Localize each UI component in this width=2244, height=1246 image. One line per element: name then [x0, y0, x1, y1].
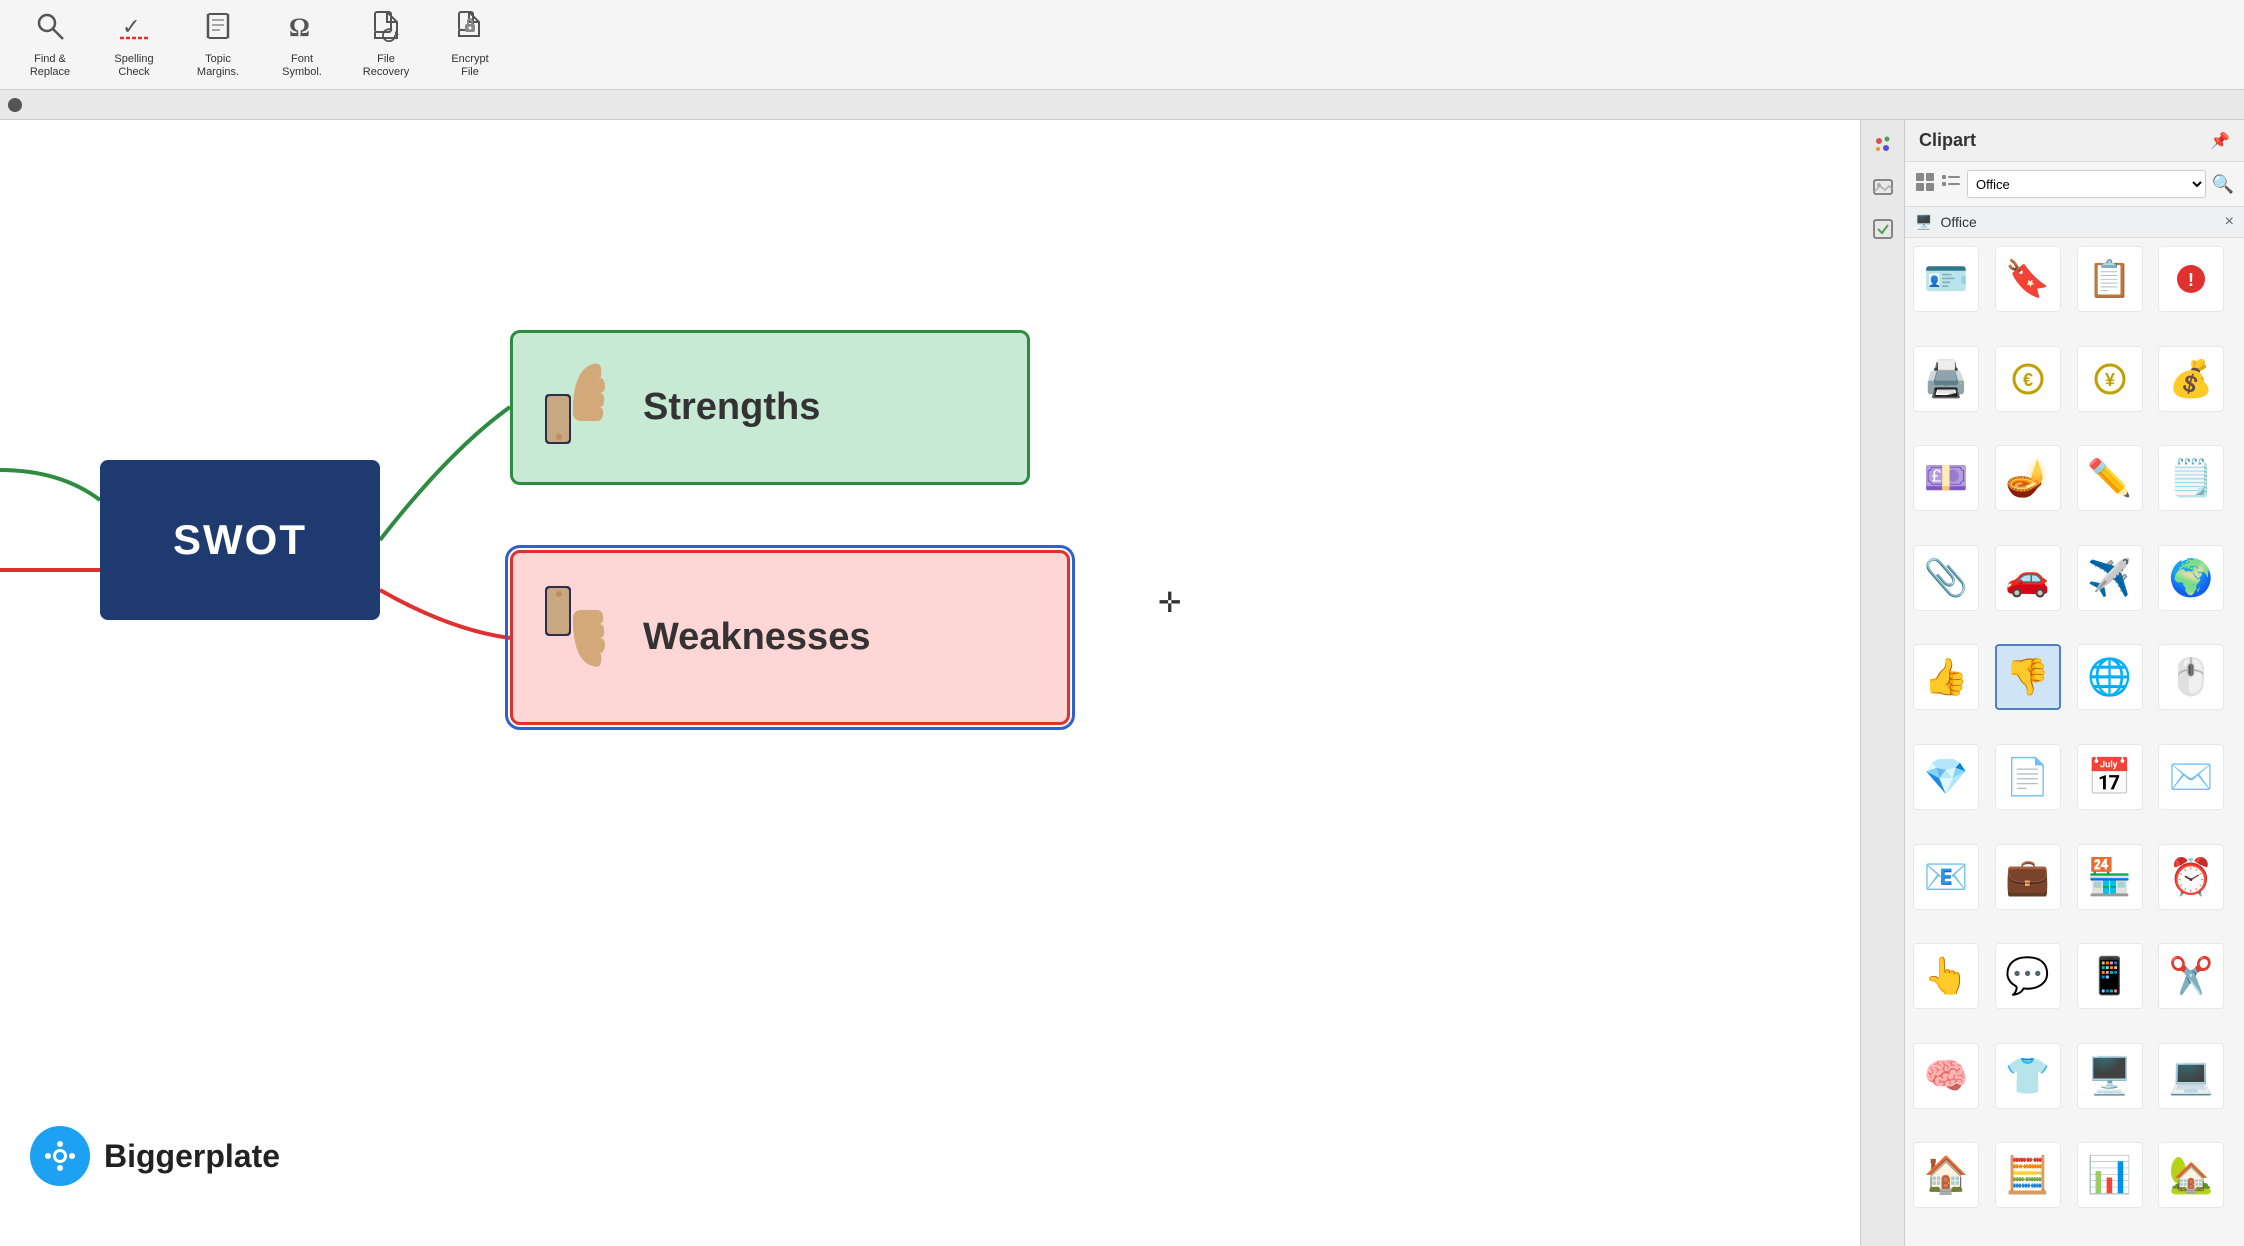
encrypt-file-icon — [454, 10, 486, 49]
clipart-item[interactable]: 🪪 — [1913, 246, 1979, 312]
canvas[interactable]: SWOT Strengths — [0, 120, 1860, 1246]
biggerplate-icon — [30, 1126, 90, 1186]
clipart-item[interactable]: 📊 — [2077, 1142, 2143, 1208]
find-replace-icon — [34, 10, 66, 49]
clipart-grid: 🪪 🔖 📋 ! 🖨️ € ¥ 💰 💷 🪔 ✏️ 🗒️ — [1905, 238, 2244, 1246]
clipart-panel: Clipart 📌 All Office Nature 🔍 — [1904, 120, 2244, 1246]
clipart-item[interactable]: 🗒️ — [2158, 445, 2224, 511]
clipart-item[interactable]: 🧮 — [1995, 1142, 2061, 1208]
file-recovery-label: FileRecovery — [363, 53, 409, 79]
clipart-item[interactable]: 🔖 — [1995, 246, 2061, 312]
mindmap-container: SWOT Strengths — [0, 120, 1860, 1246]
category-select[interactable]: All Office Nature — [1967, 170, 2206, 198]
clipart-item[interactable]: 💎 — [1913, 744, 1979, 810]
topic-margins-button[interactable]: TopicMargins. — [178, 6, 258, 84]
clipart-item[interactable]: 👍 — [1913, 644, 1979, 710]
clipart-title: Clipart — [1919, 130, 1976, 151]
search-clipart-btn[interactable]: 🔍 — [2212, 174, 2234, 195]
clipart-item[interactable]: 📋 — [2077, 246, 2143, 312]
clipart-item[interactable]: 👆 — [1913, 943, 1979, 1009]
tab-indicator[interactable] — [8, 98, 22, 112]
move-cursor: ✛ — [1158, 586, 1181, 619]
clipart-item[interactable]: ✏️ — [2077, 445, 2143, 511]
clipart-item[interactable]: 🖱️ — [2158, 644, 2224, 710]
clipart-item[interactable]: 💻 — [2158, 1043, 2224, 1109]
biggerplate-logo: Biggerplate — [30, 1126, 280, 1186]
clipart-item[interactable]: 🏡 — [2158, 1142, 2224, 1208]
biggerplate-text: Biggerplate — [104, 1138, 280, 1175]
weaknesses-label: Weaknesses — [643, 616, 870, 659]
file-recovery-icon — [370, 10, 402, 49]
clipart-item[interactable]: 🏠 — [1913, 1142, 1979, 1208]
font-symbol-button[interactable]: Ω FontSymbol. — [262, 6, 342, 84]
strengths-label: Strengths — [643, 386, 820, 429]
side-icon-bar — [1860, 120, 1904, 1246]
spelling-check-icon: ✓ — [118, 10, 150, 49]
clipart-item-selected[interactable]: 👎 — [1995, 644, 2061, 710]
swot-node[interactable]: SWOT — [100, 460, 380, 620]
clipart-item[interactable]: 📄 — [1995, 744, 2061, 810]
clipart-item[interactable]: ! — [2158, 246, 2224, 312]
font-symbol-label: FontSymbol. — [282, 53, 322, 79]
find-replace-button[interactable]: Find &Replace — [10, 6, 90, 84]
svg-text:¥: ¥ — [2104, 370, 2114, 390]
image-tool-btn[interactable] — [1866, 170, 1900, 204]
toolbar: Find &Replace ✓ SpellingCheck TopicMargi… — [0, 0, 2244, 90]
font-symbol-icon: Ω — [286, 10, 318, 49]
topic-margins-label: TopicMargins. — [197, 53, 239, 79]
clipart-search-row: All Office Nature 🔍 — [1905, 162, 2244, 207]
clipart-item[interactable]: 🚗 — [1995, 545, 2061, 611]
clipart-tool-btn[interactable] — [1866, 128, 1900, 162]
clipart-item[interactable]: ⏰ — [2158, 844, 2224, 910]
clipart-item[interactable]: 👕 — [1995, 1043, 2061, 1109]
pin-button[interactable]: 📌 — [2210, 131, 2230, 151]
category-close-btn[interactable]: × — [2225, 213, 2234, 231]
clipart-item[interactable]: ✂️ — [2158, 943, 2224, 1009]
clipart-item[interactable]: ¥ — [2077, 346, 2143, 412]
tab-strip — [0, 90, 2244, 120]
clipart-item[interactable]: 📧 — [1913, 844, 1979, 910]
grid-view-btn[interactable] — [1915, 172, 1935, 197]
clipart-item[interactable]: ✈️ — [2077, 545, 2143, 611]
svg-text:€: € — [2023, 370, 2033, 390]
encrypt-file-button[interactable]: EncryptFile — [430, 6, 510, 84]
find-replace-label: Find &Replace — [30, 53, 70, 79]
svg-text:!: ! — [2188, 270, 2194, 290]
clipart-category-row: 🖥️ Office × — [1905, 207, 2244, 238]
category-label: Office — [1940, 214, 1976, 230]
clipart-header: Clipart 📌 — [1905, 120, 2244, 162]
file-recovery-button[interactable]: FileRecovery — [346, 6, 426, 84]
clipart-item[interactable]: 🧠 — [1913, 1043, 1979, 1109]
clipart-item[interactable]: 💷 — [1913, 445, 1979, 511]
clipart-item[interactable]: 📅 — [2077, 744, 2143, 810]
topic-margins-icon — [202, 10, 234, 49]
main-area: SWOT Strengths — [0, 120, 2244, 1246]
clipart-item[interactable]: 💰 — [2158, 346, 2224, 412]
thumbs-up-icon — [537, 349, 627, 466]
spelling-check-label: SpellingCheck — [114, 53, 153, 79]
category-icon: 🖥️ — [1915, 214, 1932, 231]
svg-text:✓: ✓ — [122, 14, 140, 39]
swot-label: SWOT — [173, 516, 307, 564]
list-view-btn[interactable] — [1941, 172, 1961, 197]
clipart-item[interactable]: 🌍 — [2158, 545, 2224, 611]
clipart-item[interactable]: 🖥️ — [2077, 1043, 2143, 1109]
clipart-item[interactable]: 🖨️ — [1913, 346, 1979, 412]
thumbs-down-icon — [537, 574, 627, 701]
clipart-item[interactable]: 💼 — [1995, 844, 2061, 910]
clipart-item[interactable]: 📎 — [1913, 545, 1979, 611]
clipart-item[interactable]: 🏪 — [2077, 844, 2143, 910]
clipart-item[interactable]: ✉️ — [2158, 744, 2224, 810]
svg-text:Ω: Ω — [289, 13, 310, 42]
task-tool-btn[interactable] — [1866, 212, 1900, 246]
strengths-node[interactable]: Strengths — [510, 330, 1030, 485]
clipart-item[interactable]: 💬 — [1995, 943, 2061, 1009]
encrypt-file-label: EncryptFile — [451, 53, 488, 79]
clipart-item[interactable]: 🌐 — [2077, 644, 2143, 710]
clipart-item[interactable]: 📱 — [2077, 943, 2143, 1009]
clipart-item[interactable]: € — [1995, 346, 2061, 412]
clipart-item[interactable]: 🪔 — [1995, 445, 2061, 511]
spelling-check-button[interactable]: ✓ SpellingCheck — [94, 6, 174, 84]
weaknesses-node[interactable]: Weaknesses — [510, 550, 1070, 725]
